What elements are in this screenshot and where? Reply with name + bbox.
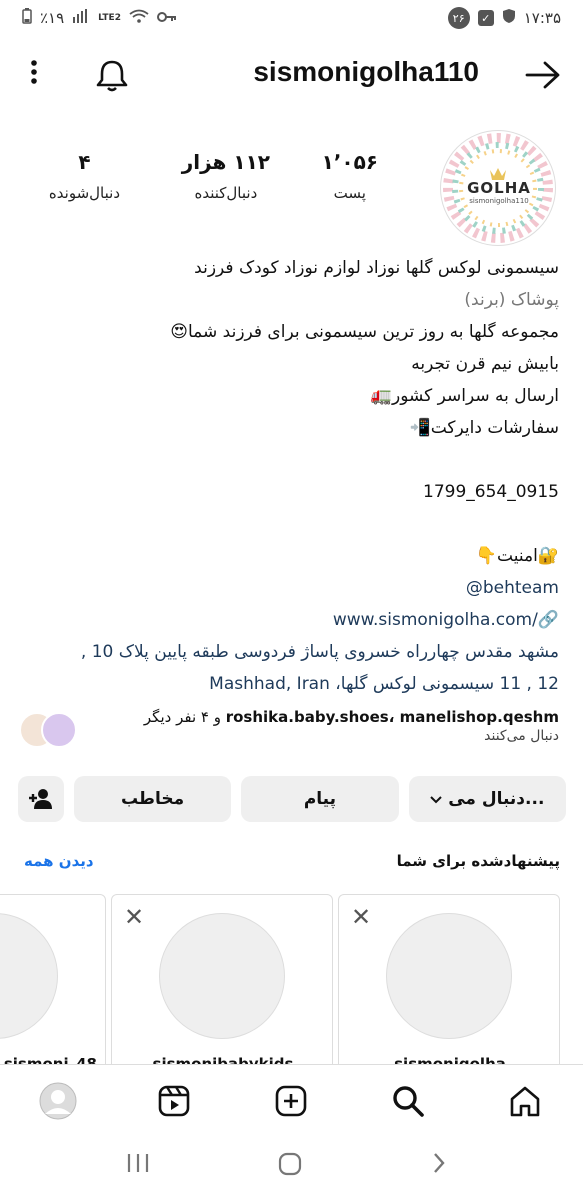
message-button[interactable]: پیام: [241, 776, 399, 822]
bio-line: ارسال به سراسر کشور🚛: [370, 386, 559, 406]
following-button[interactable]: دنبال می...: [408, 776, 566, 822]
bio-phone: 1799_654_0915: [423, 482, 559, 502]
notification-count-badge: ۲۶: [447, 7, 470, 29]
avatar-brand-text: GOLHA: [467, 179, 531, 197]
chevron-down-icon: [430, 789, 442, 809]
wifi-icon: [129, 9, 149, 27]
bio-address-line2[interactable]: 12 , 11 سیسمونی لوکس گلها، Mashhad, Iran: [19, 668, 559, 700]
bio-line: مجموعه گلها به روز ترین سیسمونی برای فرز…: [170, 322, 559, 342]
home-button-icon[interactable]: [278, 1152, 302, 1180]
suggestion-avatar: [0, 913, 58, 1039]
link-icon: 🔗: [537, 610, 559, 630]
profile-username: sismonigolha110: [253, 56, 479, 87]
see-all-link[interactable]: دیدن همه: [24, 852, 94, 870]
following-stat[interactable]: ۴ دنبال‌شونده: [49, 150, 120, 202]
followed-by-subtitle: دنبال می‌کنند: [484, 728, 559, 744]
clock-time: ۱۷:۳۵: [523, 9, 561, 27]
profile-stats: ۱٬۰۵۶ پست ۱۱۲ هزار دنبال‌کننده ۴ دنبال‌ش…: [20, 150, 420, 230]
arrow-right-icon[interactable]: [525, 60, 561, 94]
bio-line: بابیش نیم قرن تجربه: [411, 354, 559, 374]
network-label: LTE2: [98, 13, 121, 23]
following-label: دنبال‌شونده: [48, 184, 120, 202]
recent-apps-icon[interactable]: [126, 1152, 150, 1178]
profile-avatar-icon[interactable]: [38, 1081, 78, 1121]
battery-percent: ٪۱۹: [40, 9, 65, 27]
followers-label: دنبال‌کننده: [194, 184, 258, 202]
battery-icon: [22, 8, 32, 28]
suggestion-card[interactable]: sismoni_48: [0, 894, 106, 1064]
suggestion-name: sismonibabykids: [152, 1055, 294, 1064]
followers-count: ۱۱۲ هزار: [181, 150, 270, 174]
following-button-label: دنبال می...: [448, 789, 545, 809]
profile-avatar[interactable]: GOLHA sismonigolha110: [440, 130, 556, 246]
search-icon[interactable]: [388, 1081, 428, 1121]
suggestion-name: sismoni_48: [3, 1055, 97, 1064]
followed-by-section[interactable]: roshika.baby.shoes، manelishop.qeshm و ۴…: [19, 706, 559, 756]
suggestion-card[interactable]: ✕ sismonigolha: [338, 894, 560, 1064]
bio-spacer: [19, 444, 559, 476]
add-person-button[interactable]: [18, 776, 64, 822]
close-icon[interactable]: ✕: [351, 903, 371, 931]
posts-count: ۱٬۰۵۶: [321, 150, 378, 174]
bio-category: پوشاک (برند): [464, 290, 559, 310]
suggestion-name: sismonigolha: [394, 1055, 506, 1064]
posts-label: پست: [333, 184, 366, 202]
suggestion-card[interactable]: ✕ sismonibabykids: [111, 894, 333, 1064]
bio-address-line1[interactable]: مشهد مقدس چهارراه خسروی پاساژ فردوسی طبق…: [19, 636, 559, 668]
bio-line: سفارشات دایرکت📲: [409, 418, 559, 438]
signal-icon: [72, 9, 90, 27]
suggestions-header: دیدن همه پیشنهادشده برای شما: [24, 852, 560, 870]
suggestions-title: پیشنهادشده برای شما: [396, 852, 560, 870]
followers-stat[interactable]: ۱۱۲ هزار دنبال‌کننده: [182, 150, 270, 202]
website-text: www.sismonigolha.com/: [332, 610, 538, 630]
followed-by-avatars: [19, 712, 81, 752]
followed-by-text: roshika.baby.shoes، manelishop.qeshm و ۴…: [144, 706, 559, 728]
shield-icon: [502, 8, 516, 28]
reels-icon[interactable]: [154, 1081, 194, 1121]
close-icon[interactable]: ✕: [124, 903, 144, 931]
suggestion-avatar: [159, 913, 285, 1039]
bio-mention-link[interactable]: behteam@: [19, 572, 559, 604]
profile-bio: سیسمونی لوکس گلها نوزاد لوازم نوزاد کودک…: [19, 252, 559, 700]
suggestion-avatar: [386, 913, 512, 1039]
checkbox-icon: ✓: [477, 10, 494, 26]
profile-action-buttons: مخاطب پیام دنبال می...: [18, 776, 566, 822]
followed-by-others: و ۴ نفر دیگر: [143, 708, 226, 726]
add-person-icon: [28, 789, 52, 809]
contact-button[interactable]: مخاطب: [73, 776, 232, 822]
followed-by-names: roshika.baby.shoes، manelishop.qeshm: [225, 708, 559, 726]
avatar-brand-subtext: sismonigolha110: [469, 197, 529, 205]
profile-header: sismonigolha110: [0, 46, 583, 102]
bio-website-link[interactable]: www.sismonigolha.com/🔗: [19, 604, 559, 636]
suggestions-carousel[interactable]: ✕ sismonigolha ✕ sismonibabykids sismoni…: [0, 894, 583, 1064]
key-icon: [156, 9, 177, 27]
posts-stat[interactable]: ۱٬۰۵۶ پست: [322, 150, 378, 202]
status-bar: ٪۱۹ LTE2 ۲۶ ✓ ۱۷:۳۵: [0, 0, 583, 36]
more-vertical-icon[interactable]: [30, 58, 38, 91]
back-button-icon[interactable]: [432, 1152, 446, 1178]
bottom-navigation: [0, 1064, 583, 1134]
bio-spacer: [19, 508, 559, 540]
bell-icon[interactable]: [94, 58, 130, 98]
system-navigation-bar: [0, 1134, 583, 1200]
avatar: [41, 712, 77, 748]
bio-line: 🔐امنیت👇: [475, 546, 559, 566]
home-icon[interactable]: [505, 1081, 545, 1121]
bio-name: سیسمونی لوکس گلها نوزاد لوازم نوزاد کودک…: [194, 258, 559, 278]
add-post-icon[interactable]: [271, 1081, 311, 1121]
following-count: ۴: [78, 150, 91, 174]
